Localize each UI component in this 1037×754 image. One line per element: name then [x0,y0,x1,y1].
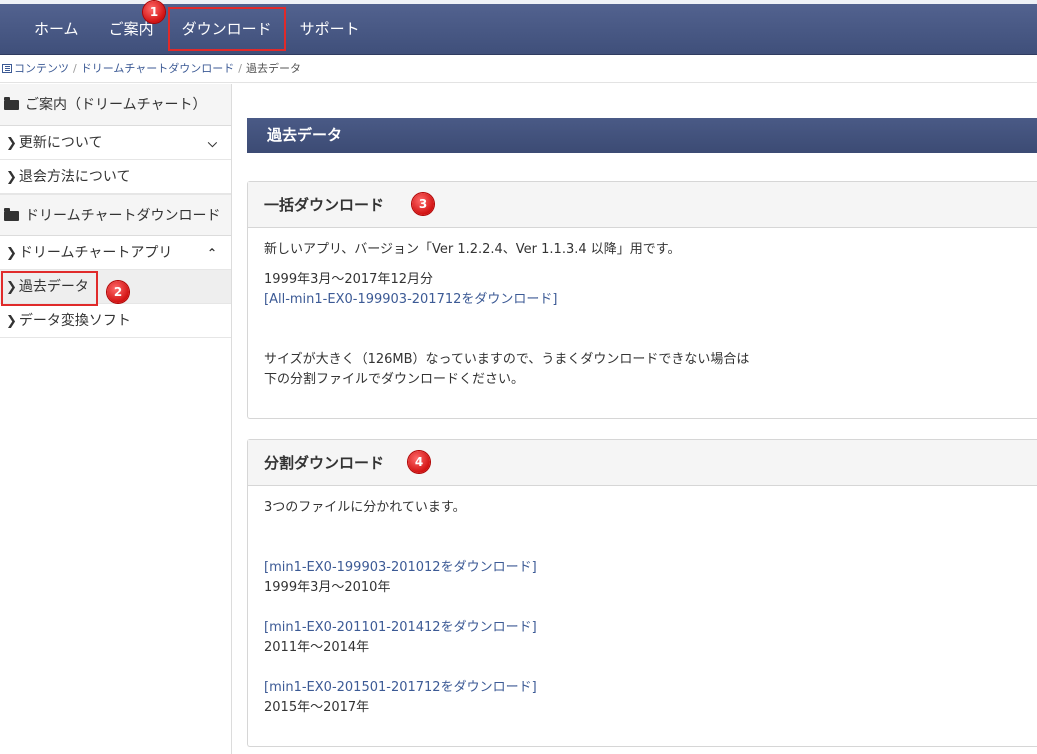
split-period-2: 2011年～2014年 [264,640,370,655]
sidebar-item-updates[interactable]: ❯ 更新について ⌵ [0,126,231,160]
bulk-note: 下の分割ファイルでダウンロードください。 [264,372,525,387]
list-icon [2,64,12,73]
sidebar-item-converter[interactable]: ❯ データ変換ソフト [0,304,231,338]
bulk-period: 1999年3月～2017年12月分 [264,272,433,287]
nav-home[interactable]: ホーム [0,4,95,55]
chevron-right-icon: ❯ [6,246,17,261]
split-description: 3つのファイルに分かれています。 [264,500,466,515]
step-badge-3: 3 [412,193,434,215]
sidebar-section-guide[interactable]: ご案内（ドリームチャート） [0,84,231,126]
sidebar: ご案内（ドリームチャート） ❯ 更新について ⌵ ❯ 退会方法について ドリームチャ… [0,84,232,754]
chevron-up-icon[interactable]: ⌃ [207,236,217,270]
chevron-right-icon: ❯ [6,136,17,151]
split-download-link-3[interactable]: [min1-EX0-201501-201712をダウンロード] [264,680,537,695]
split-download-link-2[interactable]: [min1-EX0-201101-201412をダウンロード] [264,620,537,635]
sidebar-item-label: 更新について [18,135,103,151]
bulk-download-panel: 一括ダウンロード 新しいアプリ、バージョン「Ver 1.2.2.4、Ver 1.… [247,181,1037,419]
sidebar-item-label: データ変換ソフト [18,313,131,329]
panel-title: 分割ダウンロード [264,454,385,472]
folder-open-icon [4,97,19,110]
panel-heading: 分割ダウンロード [248,440,1037,486]
chevron-right-icon: ❯ [6,170,17,185]
chevron-right-icon: ❯ [6,314,17,329]
bulk-description: 新しいアプリ、バージョン「Ver 1.2.2.4、Ver 1.1.3.4 以降」… [264,242,681,257]
highlight-box [1,271,98,306]
breadcrumb-separator: / [238,62,242,75]
breadcrumb-contents[interactable]: コンテンツ [14,62,69,75]
breadcrumb: コンテンツ / ドリームチャートダウンロード / 過去データ [0,56,1037,83]
panel-body: 新しいアプリ、バージョン「Ver 1.2.2.4、Ver 1.1.3.4 以降」… [248,228,1037,402]
sidebar-item-app[interactable]: ❯ ドリームチャートアプリ ⌃ [0,236,231,270]
main-nav: ホーム ご案内 ダウンロード サポート [0,4,374,55]
bulk-note: サイズが大きく（126MB）なっていますので、うまくダウンロードできない場合は [264,352,750,367]
breadcrumb-dreamchart-download[interactable]: ドリームチャートダウンロード [81,62,235,75]
bulk-download-link[interactable]: [All-min1-EX0-199903-201712をダウンロード] [264,292,557,307]
page-title: 過去データ [247,118,1037,153]
panel-title: 一括ダウンロード [264,196,385,214]
panel-heading: 一括ダウンロード [248,182,1037,228]
breadcrumb-current: 過去データ [246,62,301,75]
split-download-link-1[interactable]: [min1-EX0-199903-201012をダウンロード] [264,560,537,575]
step-badge-4: 4 [408,451,430,473]
split-download-panel: 分割ダウンロード 3つのファイルに分かれています。 [min1-EX0-1999… [247,439,1037,747]
sidebar-item-unsubscribe[interactable]: ❯ 退会方法について [0,160,231,194]
sidebar-section-title: ドリームチャートダウンロード [25,208,221,224]
nav-download[interactable]: ダウンロード [167,7,286,51]
step-badge-2: 2 [107,281,129,303]
sidebar-item-label: ドリームチャートアプリ [18,245,173,261]
step-badge-1: 1 [143,1,165,23]
split-period-1: 1999年3月～2010年 [264,580,391,595]
panel-body: 3つのファイルに分かれています。 [min1-EX0-199903-201012… [248,486,1037,730]
folder-open-icon [4,208,19,221]
split-period-3: 2015年～2017年 [264,700,370,715]
chevron-down-icon[interactable]: ⌵ [208,126,217,160]
breadcrumb-separator: / [73,62,77,75]
sidebar-section-title: ご案内（ドリームチャート） [25,97,207,113]
sidebar-section-download[interactable]: ドリームチャートダウンロード [0,194,231,236]
sidebar-item-label: 退会方法について [18,169,131,185]
nav-support[interactable]: サポート [286,4,374,55]
